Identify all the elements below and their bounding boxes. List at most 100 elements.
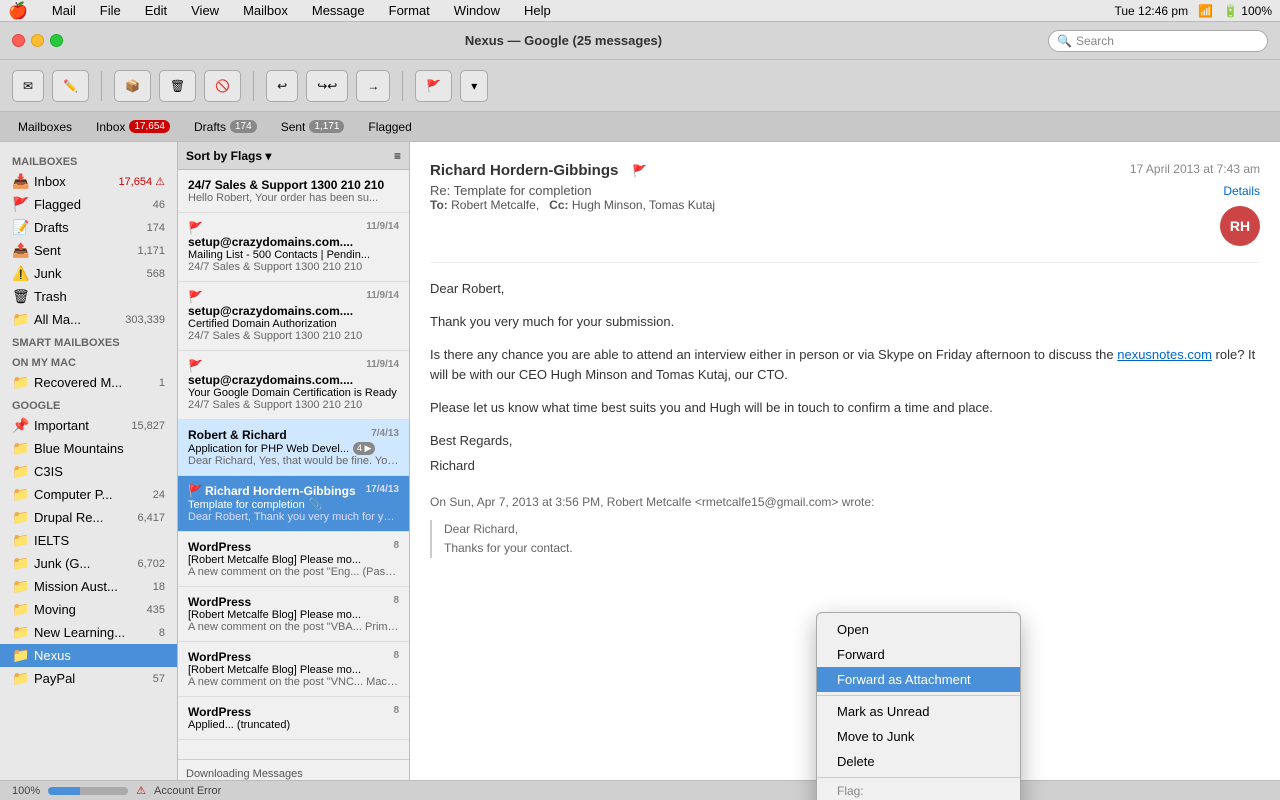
menu-edit[interactable]: Edit	[141, 3, 171, 18]
sidebar-item-drafts[interactable]: 📝 Drafts 174	[0, 216, 177, 239]
folder-icon-7: 📁	[12, 578, 28, 595]
tab-flagged[interactable]: Flagged	[358, 116, 421, 138]
sidebar-item-inbox[interactable]: 📥 Inbox 17,654 ⚠	[0, 170, 177, 193]
sidebar-item-trash[interactable]: 🗑 Trash	[0, 285, 177, 308]
maximize-button[interactable]	[50, 34, 63, 47]
ctx-open[interactable]: Open	[817, 617, 1020, 642]
list-item[interactable]: 24/7 Sales & Support 1300 210 210 Hello …	[178, 170, 409, 213]
menu-mailbox[interactable]: Mailbox	[239, 3, 292, 18]
apple-menu[interactable]: 🍎	[8, 1, 28, 21]
sidebar-item-recovered[interactable]: 📁 Recovered M... 1	[0, 371, 177, 394]
list-item[interactable]: WordPress 8 Applied... (truncated)	[178, 697, 409, 740]
tab-drafts[interactable]: Drafts 174	[184, 116, 267, 138]
forward-button[interactable]: →	[356, 70, 390, 102]
message-preview: Hello Robert, Your order has been su...	[188, 192, 399, 204]
titlebar: Nexus — Google (25 messages) 🔍 Search	[0, 22, 1280, 60]
sidebar-item-paypal[interactable]: 📁 PayPal 57	[0, 667, 177, 690]
list-item[interactable]: Robert & Richard 7/4/13 Application for …	[178, 420, 409, 476]
moving-count: 435	[147, 604, 165, 616]
menu-view[interactable]: View	[187, 3, 223, 18]
sidebar-item-computer-p[interactable]: 📁 Computer P... 24	[0, 483, 177, 506]
get-mail-button[interactable]: ✉	[12, 70, 44, 102]
close-button[interactable]	[12, 34, 25, 47]
message-preview: 24/7 Sales & Support 1300 210 210	[188, 330, 399, 342]
minimize-button[interactable]	[31, 34, 44, 47]
email-to: To: Robert Metcalfe, Cc: Hugh Minson, To…	[430, 198, 715, 212]
mission-count: 18	[153, 581, 165, 593]
list-item[interactable]: 🚩Richard Hordern-Gibbings 17/4/13 Templa…	[178, 476, 409, 532]
list-item[interactable]: 🚩setup@crazydomains.com.... 11/9/14 Cert…	[178, 282, 409, 351]
toolbar: ✉ ✏️ 📦 🗑 🚫 ↩ ↪↩ → 🚩 ▾	[0, 60, 1280, 112]
email-header: Richard Hordern-Gibbings 🚩 Re: Template …	[430, 162, 1260, 246]
menu-window[interactable]: Window	[450, 3, 504, 18]
flag-icon: 🚩	[426, 79, 441, 93]
menu-mail[interactable]: Mail	[48, 3, 80, 18]
message-sender: 🚩setup@crazydomains.com.... 11/9/14	[188, 221, 399, 249]
nexus-link[interactable]: nexusnotes.com	[1117, 347, 1212, 362]
reply-all-button[interactable]: ↪↩	[306, 70, 348, 102]
tab-drafts-label: Drafts	[194, 120, 226, 134]
folder-icon-9: 📁	[12, 624, 28, 641]
sidebar-item-blue-mountains[interactable]: 📁 Blue Mountains	[0, 437, 177, 460]
sidebar-item-ielts[interactable]: 📁 IELTS	[0, 529, 177, 552]
message-list-header[interactable]: Sort by Flags ▾ ≡	[178, 142, 409, 170]
message-preview: A new comment on the post "VBA... Primer…	[188, 621, 399, 633]
sidebar-item-important[interactable]: 📌 Important 15,827	[0, 414, 177, 437]
sidebar-item-sent[interactable]: 📤 Sent 1,171	[0, 239, 177, 262]
flag-dropdown-button[interactable]: ▾	[460, 70, 488, 102]
important-count: 15,827	[131, 420, 165, 432]
details-link[interactable]: Details	[1223, 184, 1260, 198]
menu-message[interactable]: Message	[308, 3, 369, 18]
sidebar-item-junk-g[interactable]: 📁 Junk (G... 6,702	[0, 552, 177, 575]
sidebar-item-new-learning[interactable]: 📁 New Learning... 8	[0, 621, 177, 644]
list-item[interactable]: WordPress 8 [Robert Metcalfe Blog] Pleas…	[178, 587, 409, 642]
sidebar-item-allmail[interactable]: 📁 All Ma... 303,339	[0, 308, 177, 331]
menu-format[interactable]: Format	[385, 3, 434, 18]
menubar-battery: 🔋 100%	[1223, 4, 1272, 18]
tab-inbox[interactable]: Inbox 17,654	[86, 116, 180, 138]
list-options-icon[interactable]: ≡	[394, 149, 401, 163]
message-subject: Your Google Domain Certification is Read…	[188, 387, 399, 399]
message-subject: Application for PHP Web Devel... 4 ▶	[188, 442, 399, 455]
reply-button[interactable]: ↩	[266, 70, 298, 102]
archive-button[interactable]: 📦	[114, 70, 151, 102]
ctx-mark-unread[interactable]: Mark as Unread	[817, 699, 1020, 724]
message-date: 7/4/13	[371, 428, 399, 442]
ctx-move-junk[interactable]: Move to Junk	[817, 724, 1020, 749]
tab-sent[interactable]: Sent 1,171	[271, 116, 355, 138]
flag-button[interactable]: 🚩	[415, 70, 452, 102]
message-sender: WordPress 8	[188, 705, 399, 719]
progress-fill	[48, 787, 80, 795]
window-title: Nexus — Google (25 messages)	[79, 33, 1048, 48]
junk-button[interactable]: 🚫	[204, 70, 241, 102]
sidebar-item-nexus[interactable]: 📁 Nexus	[0, 644, 177, 667]
list-item[interactable]: WordPress 8 [Robert Metcalfe Blog] Pleas…	[178, 532, 409, 587]
folder-icon-2: 📁	[12, 463, 28, 480]
search-bar[interactable]: 🔍 Search	[1048, 30, 1268, 52]
compose-button[interactable]: ✏️	[52, 70, 89, 102]
menu-file[interactable]: File	[96, 3, 125, 18]
delete-button[interactable]: 🗑	[159, 70, 196, 102]
sidebar-mission-label: Mission Aust...	[34, 579, 147, 594]
message-subject: Template for completion 📎	[188, 498, 399, 511]
folder-icon-3: 📁	[12, 486, 28, 503]
traffic-lights	[12, 34, 63, 47]
sidebar-item-drupal[interactable]: 📁 Drupal Re... 6,417	[0, 506, 177, 529]
ctx-delete[interactable]: Delete	[817, 749, 1020, 774]
tab-mailboxes[interactable]: Mailboxes	[8, 116, 82, 138]
menu-help[interactable]: Help	[520, 3, 555, 18]
ctx-forward-attachment[interactable]: Forward as Attachment	[817, 667, 1020, 692]
sidebar-item-mission[interactable]: 📁 Mission Aust... 18	[0, 575, 177, 598]
sidebar-item-c3is[interactable]: 📁 C3IS	[0, 460, 177, 483]
inbox-badge: 17,654	[129, 120, 170, 133]
list-item[interactable]: 🚩setup@crazydomains.com.... 11/9/14 Mail…	[178, 213, 409, 282]
list-item[interactable]: 🚩setup@crazydomains.com.... 11/9/14 Your…	[178, 351, 409, 420]
sidebar-item-junk[interactable]: ⚠️ Junk 568	[0, 262, 177, 285]
sidebar-item-flagged[interactable]: 🚩 Flagged 46	[0, 193, 177, 216]
sidebar-item-moving[interactable]: 📁 Moving 435	[0, 598, 177, 621]
list-item[interactable]: WordPress 8 [Robert Metcalfe Blog] Pleas…	[178, 642, 409, 697]
email-greeting: Dear Robert,	[430, 279, 1260, 300]
ctx-forward[interactable]: Forward	[817, 642, 1020, 667]
flagged-count: 46	[153, 199, 165, 211]
flagged-icon: 🚩	[12, 196, 28, 213]
